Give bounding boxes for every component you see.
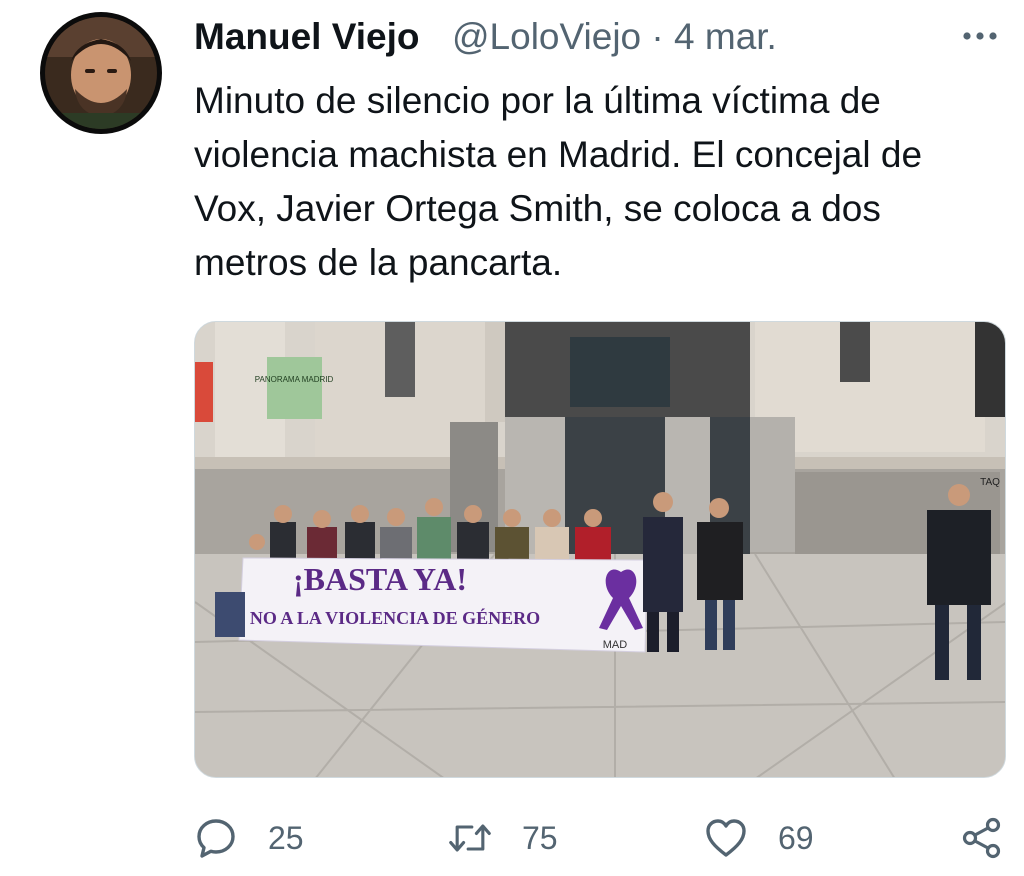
- photo-scene: PANORAMA MADRID TAQ ¡BASTA YA! NO A LA V…: [195, 322, 1005, 777]
- sign-left-label: PANORAMA MADRID: [255, 375, 334, 384]
- author-avatar[interactable]: [40, 12, 162, 134]
- like-button[interactable]: 69: [704, 808, 814, 868]
- reply-button[interactable]: 25: [194, 808, 304, 868]
- author-meta: @LoloViejo · 4 mar.: [452, 16, 777, 58]
- meta-separator: ·: [651, 16, 664, 57]
- share-button[interactable]: [960, 808, 1004, 868]
- reply-count: 25: [268, 819, 304, 856]
- tweet-text: Minuto de silencio por la última víctima…: [194, 80, 923, 283]
- retweet-count: 75: [522, 819, 558, 856]
- sign-panorama: [267, 357, 322, 419]
- banner-line-1: ¡BASTA YA!: [293, 561, 467, 597]
- author-name[interactable]: Manuel Viejo: [194, 16, 420, 58]
- more-icon[interactable]: [958, 14, 1002, 58]
- reply-icon: [194, 816, 238, 860]
- banner-line-2: NO A LA VIOLENCIA DE GÉNERO: [250, 607, 540, 628]
- tweet-header: Manuel Viejo @LoloViejo · 4 mar.: [194, 14, 1004, 66]
- tweet-photo[interactable]: PANORAMA MADRID TAQ ¡BASTA YA! NO A LA V…: [194, 321, 1006, 778]
- like-icon: [704, 816, 748, 860]
- tweet-actions: 25 75 69: [194, 808, 1006, 868]
- author-handle[interactable]: @LoloViejo: [452, 16, 641, 57]
- sign-right-label: TAQ: [980, 477, 1000, 488]
- avatar-image: [45, 17, 157, 129]
- like-count: 69: [778, 819, 814, 856]
- share-icon: [960, 816, 1004, 860]
- retweet-icon: [448, 816, 492, 860]
- banner-logo: MAD: [603, 639, 628, 651]
- retweet-button[interactable]: 75: [448, 808, 558, 868]
- tweet-date[interactable]: 4 mar.: [674, 16, 777, 57]
